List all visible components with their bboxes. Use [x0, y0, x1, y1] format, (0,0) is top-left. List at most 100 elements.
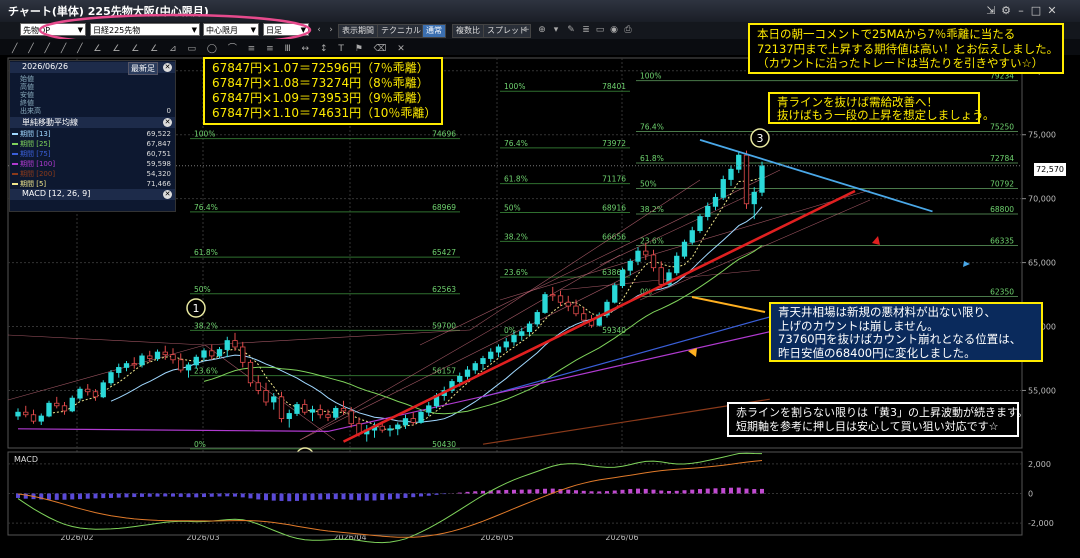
macd-histogram-bar [457, 492, 462, 494]
multi-compare-button[interactable]: 複数比 [452, 24, 484, 38]
note-line: 昨日安値の68400円に変化しました。 [778, 345, 976, 360]
dropdown-icon[interactable]: ▾ [550, 24, 562, 36]
macd-histogram-bar [54, 493, 59, 500]
ma-swatch [12, 133, 18, 135]
macd-histogram-bar [643, 488, 648, 494]
fib-value-label: 72784 [990, 154, 1014, 163]
candle-body [635, 250, 641, 262]
display-period-button[interactable]: 表示期間 [338, 24, 378, 38]
fib-pct-label: 61.8% [194, 248, 218, 257]
candle-body [402, 418, 409, 426]
candle-body [480, 358, 486, 365]
settings-icon[interactable]: ⚙ [1000, 4, 1012, 17]
candle-body [410, 418, 416, 423]
fib-value-label: 62350 [990, 287, 1014, 296]
note-line: 本日の朝一コメントで25MAから7％乖離に当たる [757, 27, 1016, 41]
pen-icon[interactable]: ✎ [565, 24, 577, 36]
candle-body [255, 382, 261, 391]
macd-histogram-bar [78, 493, 82, 500]
window-icon[interactable]: ▭ [594, 24, 606, 36]
fib-pct-label: 100% [504, 82, 525, 91]
macd-histogram-bar [752, 489, 757, 494]
candle-body [286, 413, 292, 419]
fib-pct-label: 23.6% [194, 367, 218, 376]
macd-histogram-bar [62, 493, 67, 500]
ma-swatch [12, 173, 18, 175]
candle-body [697, 216, 703, 232]
macd-histogram-bar [597, 491, 602, 494]
macd-histogram-bar [589, 491, 594, 494]
candle-body [61, 405, 68, 412]
macd-histogram-bar [217, 493, 222, 497]
macd-histogram-bar [519, 489, 524, 494]
list-icon[interactable]: ≣ [580, 24, 592, 36]
pin-icon[interactable]: ⇲ [985, 4, 997, 17]
nav-left-icon[interactable]: ‹ [313, 24, 325, 36]
candle-body [759, 165, 765, 193]
macd-histogram-bar [171, 493, 175, 497]
macd-title: MACD [12, 26, 9] [22, 189, 91, 198]
macd-histogram-bar [473, 491, 478, 494]
candle-body [519, 331, 525, 336]
close-icon[interactable]: ✕ [163, 118, 172, 127]
macd-histogram-bar [109, 493, 113, 498]
fib-pct-label: 23.6% [504, 268, 528, 277]
candle-body [488, 351, 494, 359]
calc-line: 67847円×1.07＝72596円（7％乖離） [212, 61, 429, 75]
macd-histogram-bar [403, 493, 408, 498]
close-icon[interactable]: ✕ [163, 190, 172, 199]
camera-icon[interactable]: ◉ [608, 24, 620, 36]
print-icon[interactable]: ⎙ [622, 24, 634, 36]
ma-label: 期間 [13] [20, 130, 51, 138]
macd-histogram-bar [698, 489, 702, 494]
macd-histogram-bar [527, 489, 532, 494]
candle-body [85, 388, 91, 393]
technical-button[interactable]: テクニカル [377, 24, 425, 38]
ma-swatch [12, 143, 18, 145]
macd-histogram-bar [225, 493, 230, 497]
fib-value-label: 68800 [990, 205, 1014, 214]
ma-label: 期間 [100] [20, 160, 56, 168]
close-icon[interactable]: ✕ [163, 63, 172, 72]
close-icon[interactable]: ✕ [1046, 4, 1058, 17]
zoom-icon[interactable]: ⊕ [536, 24, 548, 36]
normal-mode-button[interactable]: 通常 [422, 24, 446, 38]
ma-swatch [12, 183, 18, 185]
candle-body [271, 396, 277, 403]
ma-label: 期間 [5] [20, 180, 47, 188]
ma-label: 期間 [200] [20, 170, 56, 178]
candle-body [511, 335, 517, 343]
macd-histogram-bar [504, 489, 509, 494]
candle-body [23, 411, 29, 416]
maximize-icon[interactable]: □ [1030, 4, 1042, 17]
macd-histogram-bar [256, 493, 261, 500]
candle-body [689, 230, 695, 243]
macd-histogram-bar [194, 493, 199, 498]
candle-body [503, 341, 509, 348]
fib-value-label: 71176 [602, 175, 626, 184]
drawing-tools-row[interactable]: ╱ ╱ ╱ ╱ ╱ ∠ ∠ ∠ ∠ ⊿ ▭ ◯ ⌒ ≡ ≡ Ⅲ ↔ ↕ T ⚑ … [12, 41, 409, 54]
macd-histogram-bar [163, 493, 168, 497]
ma-header: 単純移動平均線 ✕ [10, 117, 175, 128]
candle-body [216, 349, 223, 357]
macd-histogram-bar [721, 488, 726, 494]
minimize-icon[interactable]: – [1015, 4, 1027, 17]
candle-body [294, 404, 300, 414]
legend-date: 2026/06/26 [22, 62, 69, 71]
candle-body [619, 269, 626, 287]
ma-value: 59,598 [146, 160, 172, 168]
candle-body [201, 350, 207, 358]
candle-body [185, 364, 192, 371]
macd-histogram-bar [302, 493, 307, 501]
macd-histogram-bar [636, 488, 640, 494]
macd-histogram-bar [264, 493, 268, 501]
candle-body [387, 428, 393, 431]
ma-swatch [12, 163, 18, 165]
nav-right-icon[interactable]: › [325, 24, 337, 36]
crosshair-icon[interactable]: + [520, 24, 532, 36]
candle-body [131, 363, 137, 366]
candle-body [720, 179, 726, 198]
candle-body [612, 285, 618, 303]
macd-histogram-bar [318, 493, 323, 500]
candle-body [302, 404, 308, 413]
